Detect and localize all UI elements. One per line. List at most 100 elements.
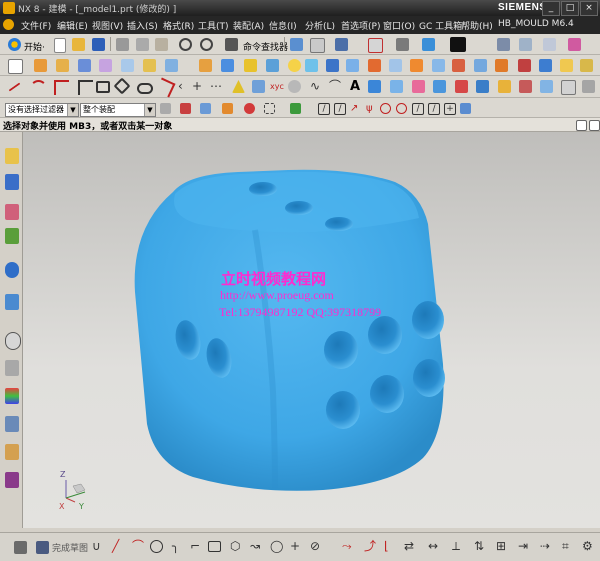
arc-icon[interactable] (30, 80, 47, 97)
curve-length-icon[interactable] (540, 80, 553, 93)
restore-view-icon[interactable] (589, 120, 600, 131)
process-studio-icon[interactable] (5, 388, 19, 404)
minimize-button[interactable]: _ (542, 1, 560, 16)
sketch-settings-icon[interactable]: ⚙ (582, 540, 595, 553)
offset-face-icon[interactable] (518, 59, 531, 72)
mirror-icon[interactable] (452, 59, 465, 72)
law-curve-icon[interactable] (252, 80, 265, 93)
paste-icon[interactable] (155, 38, 168, 51)
sew-icon[interactable] (580, 59, 593, 72)
cylinder-icon[interactable] (221, 59, 234, 72)
command-finder-icon[interactable] (225, 38, 238, 51)
component-icon[interactable] (519, 38, 532, 51)
extrude-icon[interactable] (34, 59, 47, 72)
bridge-curve-icon[interactable] (368, 80, 381, 93)
command-finder-button[interactable]: 命令查找器 (243, 40, 288, 53)
sketch-fillet-icon[interactable]: ╮ (172, 540, 185, 553)
ellipse-icon[interactable] (137, 83, 153, 94)
menu-preferences[interactable]: 首选项(P) (341, 19, 380, 32)
show-constraints-icon[interactable]: ⊞ (496, 540, 509, 553)
edit-object-icon[interactable] (290, 38, 303, 51)
chamfer-icon[interactable] (368, 59, 381, 72)
orient-view-icon[interactable] (396, 38, 409, 51)
open-folder-icon[interactable] (72, 38, 85, 51)
menu-gc-toolbox[interactable]: GC 工具箱 (419, 19, 462, 32)
shaded-mode-icon[interactable] (450, 37, 466, 52)
sketch-ellipse-icon[interactable]: ◯ (270, 540, 283, 553)
point-on-surface-icon[interactable]: / (428, 103, 440, 115)
xyc-icon[interactable]: xyc (270, 80, 284, 93)
smooth-spline-icon[interactable] (582, 80, 595, 93)
copy-icon[interactable] (136, 38, 149, 51)
type-filter-select[interactable]: 没有选择过滤器 ▼ (5, 103, 79, 117)
project-curve-icon[interactable]: ⌒ (329, 80, 342, 93)
start-button[interactable]: 开始· (24, 40, 45, 53)
text-curve-icon[interactable] (288, 80, 301, 93)
finish-sketch-icon[interactable] (36, 541, 49, 554)
basic-curve-icon[interactable] (54, 80, 69, 95)
selection-scope-select[interactable]: 整个装配 ▼ (80, 103, 156, 117)
roles-icon[interactable] (5, 444, 19, 460)
constraint-navigator-icon[interactable] (5, 174, 19, 190)
sketch-line-icon[interactable]: ╱ (112, 540, 125, 553)
sketch-circle-icon[interactable] (150, 540, 163, 553)
dimension-icon[interactable]: ↔ (428, 540, 441, 553)
bounded-grid-icon[interactable]: + (444, 103, 456, 115)
wave-curve-icon[interactable]: ∿ (310, 80, 323, 93)
system-scenes-icon[interactable] (5, 472, 19, 488)
menu-format[interactable]: 格式(R) (163, 19, 194, 32)
pad-icon[interactable] (143, 59, 156, 72)
boss-icon[interactable] (99, 59, 112, 72)
sketch-polygon-icon[interactable]: ⬡ (230, 540, 243, 553)
sketch-chamfer-icon[interactable]: ⌐ (190, 540, 203, 553)
assembly-navigator-icon[interactable] (5, 148, 19, 164)
menu-window[interactable]: 窗口(O) (383, 19, 415, 32)
part-navigator-icon[interactable] (5, 204, 19, 220)
web-browser-icon[interactable] (5, 294, 19, 310)
slot-icon[interactable] (165, 59, 178, 72)
helix-icon[interactable] (232, 80, 245, 93)
quick-trim-icon[interactable]: ⤳ (342, 540, 355, 553)
render-style-icon[interactable] (422, 38, 435, 51)
control-point-icon[interactable]: ↗ (350, 103, 363, 116)
intersect-icon[interactable] (326, 59, 339, 72)
curve-rule-icon[interactable] (222, 103, 233, 114)
quick-extend-icon[interactable]: ⤴ (364, 540, 377, 553)
undo-icon[interactable] (179, 38, 192, 51)
sketch-point-icon[interactable]: + (290, 540, 303, 553)
restore-button[interactable]: □ (561, 1, 579, 16)
assembly-icon[interactable] (497, 38, 510, 51)
maximize-view-icon[interactable] (576, 120, 587, 131)
selection-icon[interactable] (335, 38, 348, 51)
extract-curve-icon[interactable] (412, 80, 425, 93)
spline-icon[interactable] (155, 77, 176, 98)
menu-insert[interactable]: 插入(S) (127, 19, 158, 32)
fit-view-icon[interactable] (368, 38, 383, 53)
rectangle-icon[interactable] (96, 81, 110, 93)
dice-model[interactable] (23, 132, 600, 528)
wave-icon[interactable] (543, 38, 556, 51)
point-set-icon[interactable]: ⋯ (210, 80, 223, 93)
subtract-icon[interactable] (305, 59, 318, 72)
menu-file[interactable]: 文件(F) (21, 19, 51, 32)
sketch-task-icon[interactable] (14, 541, 27, 554)
shell-icon[interactable] (389, 59, 402, 72)
edit-curve-icon[interactable] (561, 80, 576, 95)
alternate-solution-icon[interactable]: ⇢ (540, 540, 553, 553)
block-icon[interactable] (199, 59, 212, 72)
hole-icon[interactable] (78, 59, 91, 72)
arc-center-icon[interactable] (380, 103, 391, 114)
sketch-rectangle-icon[interactable] (208, 541, 221, 552)
hd3d-tools-icon[interactable] (5, 262, 19, 278)
convert-reference-icon[interactable]: ⇥ (518, 540, 531, 553)
grid-icon[interactable] (310, 38, 325, 53)
thicken-icon[interactable] (560, 59, 573, 72)
select-all-icon[interactable] (244, 103, 255, 114)
split-body-icon[interactable] (495, 59, 508, 72)
end-point-icon[interactable]: / (318, 103, 330, 115)
existing-point-icon[interactable] (460, 103, 471, 114)
edge-blend-icon[interactable] (346, 59, 359, 72)
quadrant-point-icon[interactable] (396, 103, 407, 114)
geometric-constraint-icon[interactable]: ⟂ (452, 540, 465, 553)
point-on-curve-icon[interactable]: / (412, 103, 424, 115)
